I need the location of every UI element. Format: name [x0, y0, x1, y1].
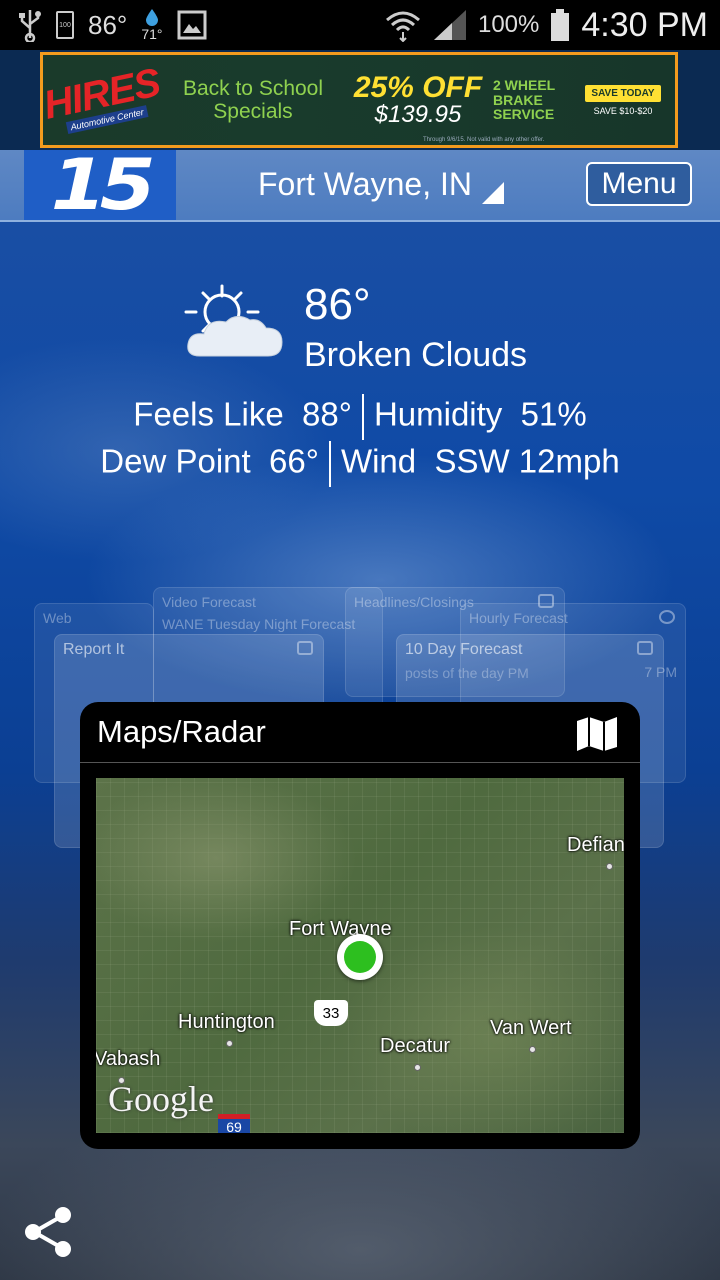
city-label-wabash: Vabash — [96, 1048, 161, 1070]
battery-small-icon: 100 — [56, 11, 74, 39]
card-title: Report It — [63, 641, 125, 658]
usb-icon — [19, 10, 41, 42]
maps-radar-title: Maps/Radar — [97, 714, 266, 749]
card-title: Headlines/Closings — [354, 594, 474, 610]
ad-banner[interactable]: HIRES Automotive Center Back to School S… — [40, 52, 678, 148]
ad-headline: Back to School Specials — [182, 76, 324, 123]
card-title: Video Forecast — [162, 594, 256, 610]
humidity-value: 51% — [520, 395, 587, 433]
card-title: 10 Day Forecast — [405, 641, 523, 658]
ad-logo: HIRES Automotive Center — [43, 55, 171, 145]
ad-banner-container: HIRES Automotive Center Back to School S… — [0, 50, 720, 150]
ad-offer: 25% OFF $139.95 — [343, 73, 493, 127]
divider — [361, 394, 364, 440]
humidity-label: Humidity — [373, 395, 503, 433]
station-logo-text: 15 — [50, 144, 156, 226]
city-label-huntington: Huntington — [178, 1011, 275, 1033]
station-logo[interactable]: 15 — [24, 144, 176, 226]
sun-behind-cloud-icon — [184, 284, 283, 357]
divider — [328, 441, 331, 487]
ad-save: SAVE TODAY SAVE $10-$20 — [573, 84, 673, 116]
signal-icon — [433, 10, 466, 40]
ad-service: 2 WHEEL BRAKE SERVICE — [493, 76, 555, 123]
wind-label: Wind — [340, 442, 417, 480]
city-label-van-wert: Van Wert — [490, 1017, 572, 1039]
status-time: 4:30 PM — [581, 5, 708, 44]
city-dot — [414, 1064, 421, 1071]
divider — [80, 762, 640, 763]
city-label-decatur: Decatur — [380, 1035, 451, 1057]
wifi-icon — [385, 11, 420, 42]
dew-indicator: 71° — [141, 8, 163, 42]
calendar-icon — [637, 641, 653, 655]
map-icon — [577, 717, 617, 751]
card-title: Hourly Forecast — [469, 610, 568, 626]
dropdown-triangle-icon — [481, 182, 504, 204]
card-title: Web — [43, 610, 72, 626]
battery-small-label: 100 — [59, 21, 71, 29]
menu-button[interactable]: Menu — [586, 162, 692, 206]
share-icon[interactable] — [20, 1204, 76, 1260]
current-temperature: 86° — [304, 280, 371, 329]
battery-percent: 100% — [477, 11, 540, 38]
camera-icon — [297, 641, 313, 655]
water-drop-icon — [145, 9, 158, 26]
card-subtitle: WANE Tuesday Night Forecast — [162, 616, 356, 632]
location-selector[interactable]: Fort Wayne, IN — [258, 164, 504, 204]
ad-disclaimer: Through 9/6/15. Not valid with any other… — [423, 137, 545, 143]
feels-like-value: 88° — [302, 395, 352, 433]
city-dot — [606, 863, 613, 870]
radar-map[interactable]: Defian Fort Wayne 33 Huntington Decatur … — [96, 778, 624, 1133]
google-attribution: Google — [108, 1079, 214, 1119]
status-temperature: 86° — [88, 9, 128, 40]
conditions-row-2: Dew Point 66° Wind SSW 12mph — [0, 441, 720, 487]
city-label-fort-wayne: Fort Wayne — [289, 918, 392, 940]
clock-icon — [659, 610, 675, 624]
wind-value: SSW 12mph — [434, 442, 620, 480]
app-header: 15 Fort Wayne, IN Menu — [0, 144, 720, 226]
status-dew-temp: 71° — [141, 26, 163, 42]
location-label: Fort Wayne, IN — [258, 165, 472, 202]
feels-like-label: Feels Like — [133, 395, 284, 433]
route-33-shield: 33 — [314, 1000, 348, 1026]
card-subtitle: posts of the day PM — [405, 665, 529, 681]
image-notification-icon — [177, 10, 206, 40]
interstate-69-shield: 69 — [218, 1114, 250, 1133]
dew-point-label: Dew Point — [100, 442, 251, 480]
city-dot — [529, 1046, 536, 1053]
battery-icon — [551, 9, 570, 41]
ad-cta-button[interactable]: SAVE TODAY — [585, 84, 661, 102]
city-dot — [226, 1040, 233, 1047]
ad-price: $139.95 — [374, 101, 462, 128]
current-condition: Broken Clouds — [304, 336, 528, 374]
ad-discount: 25% OFF — [353, 71, 483, 104]
ad-save-text: SAVE $10-$20 — [593, 105, 653, 116]
conditions-row-1: Feels Like 88° Humidity 51% — [0, 394, 720, 440]
maps-radar-card[interactable]: Maps/Radar Defian Fort Wayne 33 Huntingt… — [80, 702, 640, 1149]
status-bar: 100 86° 71° 100% 4:30 PM — [0, 0, 720, 50]
city-label-defiance: Defian — [567, 834, 624, 856]
dew-point-value: 66° — [269, 442, 319, 480]
location-pin[interactable] — [337, 934, 383, 980]
